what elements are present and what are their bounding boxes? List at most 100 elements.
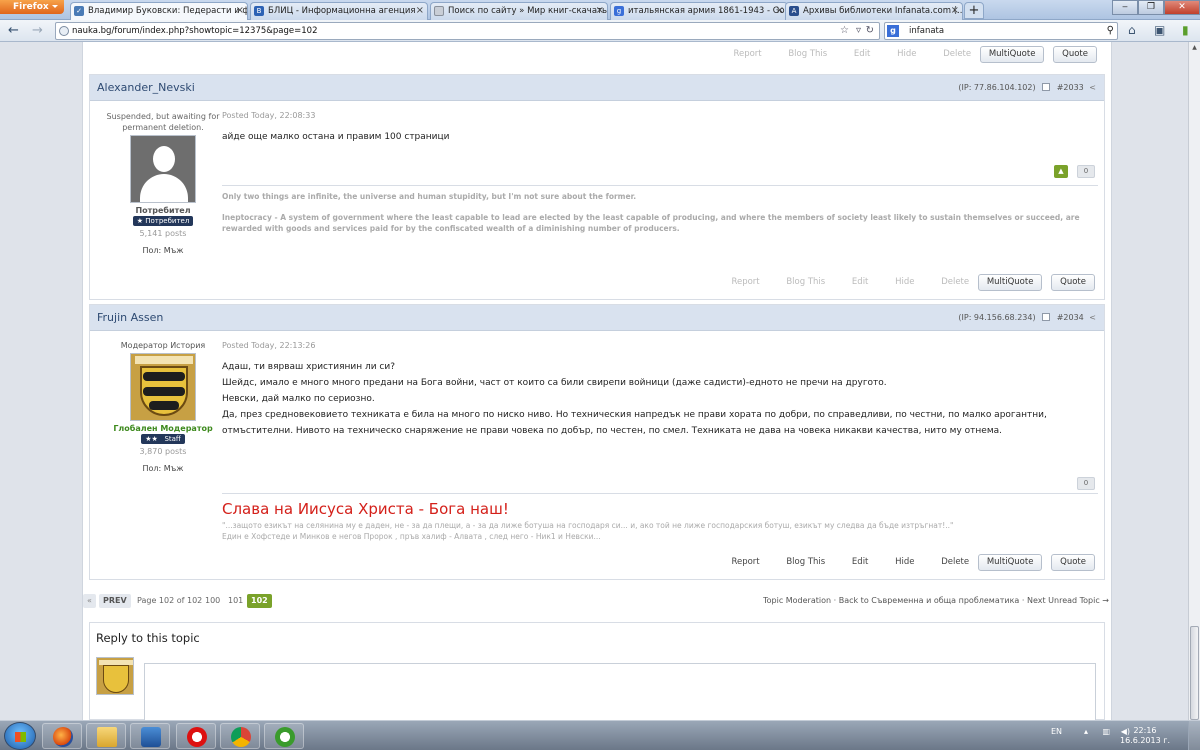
select-post-checkbox[interactable] <box>1042 83 1051 91</box>
home-icon[interactable]: ⌂ <box>1128 23 1136 37</box>
new-tab-button[interactable]: + <box>964 2 984 19</box>
windows-taskbar: EN ▴ ▥ ◀) 22:16 16.6.2013 г. <box>0 720 1200 750</box>
taskbar-firefox-button[interactable] <box>42 723 82 749</box>
close-tab-icon[interactable]: × <box>596 3 604 19</box>
back-to-forum-link[interactable]: Back to Съвременна и обща проблематика <box>839 596 1020 605</box>
addon-menu-icon[interactable]: ▣ <box>1154 23 1165 37</box>
tray-arrow-icon[interactable]: ▴ <box>1084 727 1088 736</box>
post-actions: Report Blog This Edit Hide Delete MultiQ… <box>707 554 1095 571</box>
blog-this-link[interactable]: Blog This <box>786 277 825 287</box>
minimize-button[interactable]: ‒ <box>1112 0 1138 15</box>
search-bar[interactable]: g infanata ⚲ <box>884 22 1118 40</box>
opera-icon <box>187 727 207 747</box>
signal-icon: ▮ <box>1182 23 1189 37</box>
browser-tab-1[interactable]: ✓ Владимир Буковски: Педерасти и ф... × <box>70 2 248 21</box>
url-bar[interactable]: nauka.bg/forum/index.php?showtopic=12375… <box>55 22 880 40</box>
start-button[interactable] <box>4 722 36 750</box>
post-body: айде още малко остана и правим 100 стран… <box>222 129 450 145</box>
delete-link[interactable]: Delete <box>943 49 971 59</box>
google-icon[interactable]: g <box>887 25 899 37</box>
taskbar-media-button[interactable] <box>130 723 170 749</box>
topic-moderation-link[interactable]: Topic Moderation <box>763 596 831 605</box>
post-count: 3,870 posts <box>139 447 187 456</box>
edit-link[interactable]: Edit <box>854 49 870 59</box>
multiquote-button[interactable]: MultiQuote <box>977 274 1043 291</box>
share-icon[interactable]: < <box>1089 83 1096 92</box>
close-tab-icon[interactable]: × <box>236 3 244 19</box>
current-page[interactable]: 102 <box>247 594 272 608</box>
browser-tab-2[interactable]: B БЛИЦ - Информационна агенция × <box>250 2 428 20</box>
next-unread-topic-link[interactable]: Next Unread Topic → <box>1027 596 1109 605</box>
author-group: Глобален Модератор <box>113 424 213 433</box>
page-link-100[interactable]: 100 <box>201 594 224 608</box>
hide-link[interactable]: Hide <box>895 277 914 287</box>
hide-link[interactable]: Hide <box>897 49 916 59</box>
close-window-button[interactable]: ✕ <box>1164 0 1200 15</box>
multiquote-button[interactable]: MultiQuote <box>979 46 1045 63</box>
dropdown-arrow-icon[interactable]: ▿ <box>856 23 861 39</box>
bookmark-star-icon[interactable]: ☆ <box>840 23 849 39</box>
scrollbar-thumb[interactable] <box>1190 626 1199 720</box>
restore-button[interactable]: ❐ <box>1138 0 1164 15</box>
author-gender: Пол: Мъж <box>142 464 184 473</box>
badge-label: Staff <box>164 435 181 443</box>
thumbs-up-icon[interactable]: ▲ <box>1054 165 1068 178</box>
clock-date: 16.6.2013 г. <box>1119 736 1170 745</box>
reply-editor[interactable] <box>144 663 1096 720</box>
multiquote-button[interactable]: MultiQuote <box>977 554 1043 571</box>
browser-tab-4[interactable]: g итальянская армия 1861-1943 - Goo... × <box>610 2 788 20</box>
post-line: Невски, дай малко по сериозно. <box>222 394 375 404</box>
quote-button[interactable]: Quote <box>1053 46 1097 63</box>
close-tab-icon[interactable]: × <box>951 3 959 19</box>
author-panel: Suspended, but awaiting for permanent de… <box>90 111 236 255</box>
network-icon[interactable]: ▥ <box>1102 727 1110 736</box>
default-avatar-icon[interactable] <box>130 135 196 203</box>
delete-link[interactable]: Delete <box>941 277 969 287</box>
show-desktop-button[interactable] <box>1188 721 1200 750</box>
search-icon[interactable]: ⚲ <box>1107 23 1114 39</box>
blog-this-link[interactable]: Blog This <box>786 557 825 567</box>
quote-button[interactable]: Quote <box>1051 554 1095 571</box>
post-number-link[interactable]: #2033 <box>1057 83 1084 92</box>
select-post-checkbox[interactable] <box>1042 313 1051 321</box>
browser-tab-3[interactable]: Поиск по сайту » Мир книг-скачать... × <box>430 2 608 20</box>
page-scrollbar[interactable]: ▲ <box>1188 42 1200 720</box>
language-indicator[interactable]: EN <box>1051 727 1062 736</box>
close-tab-icon[interactable]: × <box>416 3 424 19</box>
firefox-menu-button[interactable]: Firefox <box>0 0 64 14</box>
back-arrow-icon[interactable]: ← <box>8 23 19 38</box>
reload-icon[interactable]: ↻ <box>866 23 874 39</box>
quote-button[interactable]: Quote <box>1051 274 1095 291</box>
taskbar-explorer-button[interactable] <box>86 723 126 749</box>
page-link-101[interactable]: 101 <box>224 594 247 608</box>
share-icon[interactable]: < <box>1089 313 1096 322</box>
scroll-up-icon[interactable]: ▲ <box>1191 44 1198 51</box>
edit-link[interactable]: Edit <box>852 277 868 287</box>
browser-tab-5[interactable]: A Архивы библиотеки Infanata.com (... × <box>785 2 963 20</box>
url-text: nauka.bg/forum/index.php?showtopic=12375… <box>72 26 318 36</box>
edit-link[interactable]: Edit <box>852 557 868 567</box>
hide-link[interactable]: Hide <box>895 557 914 567</box>
report-link[interactable]: Report <box>733 49 761 59</box>
browser-navigation-bar: ← → nauka.bg/forum/index.php?showtopic=1… <box>0 20 1200 42</box>
infanata-favicon-icon: A <box>789 6 799 16</box>
post-author-name[interactable]: Alexander_Nevski <box>97 81 195 94</box>
post-author-name[interactable]: Frujin Assen <box>97 311 163 324</box>
coat-of-arms-avatar-icon[interactable] <box>130 353 196 421</box>
system-clock[interactable]: 22:16 16.6.2013 г. <box>1120 726 1170 746</box>
taskbar-opera-button[interactable] <box>176 723 216 749</box>
prev-page-button[interactable]: PREV <box>99 594 131 608</box>
delete-link[interactable]: Delete <box>941 557 969 567</box>
page-viewport: Report Blog This Edit Hide Delete MultiQ… <box>0 42 1188 720</box>
search-value: infanata <box>909 26 945 36</box>
report-link[interactable]: Report <box>731 277 759 287</box>
report-link[interactable]: Report <box>731 557 759 567</box>
forward-arrow-icon[interactable]: → <box>32 23 43 38</box>
taskbar-utorrent-button[interactable] <box>264 723 304 749</box>
first-page-button[interactable]: « <box>83 594 96 608</box>
taskbar-chrome-button[interactable] <box>220 723 260 749</box>
blog-this-link[interactable]: Blog This <box>788 49 827 59</box>
post-number-link[interactable]: #2034 <box>1057 313 1084 322</box>
badge-label: Потребител <box>145 217 190 225</box>
close-tab-icon[interactable]: × <box>776 3 784 19</box>
